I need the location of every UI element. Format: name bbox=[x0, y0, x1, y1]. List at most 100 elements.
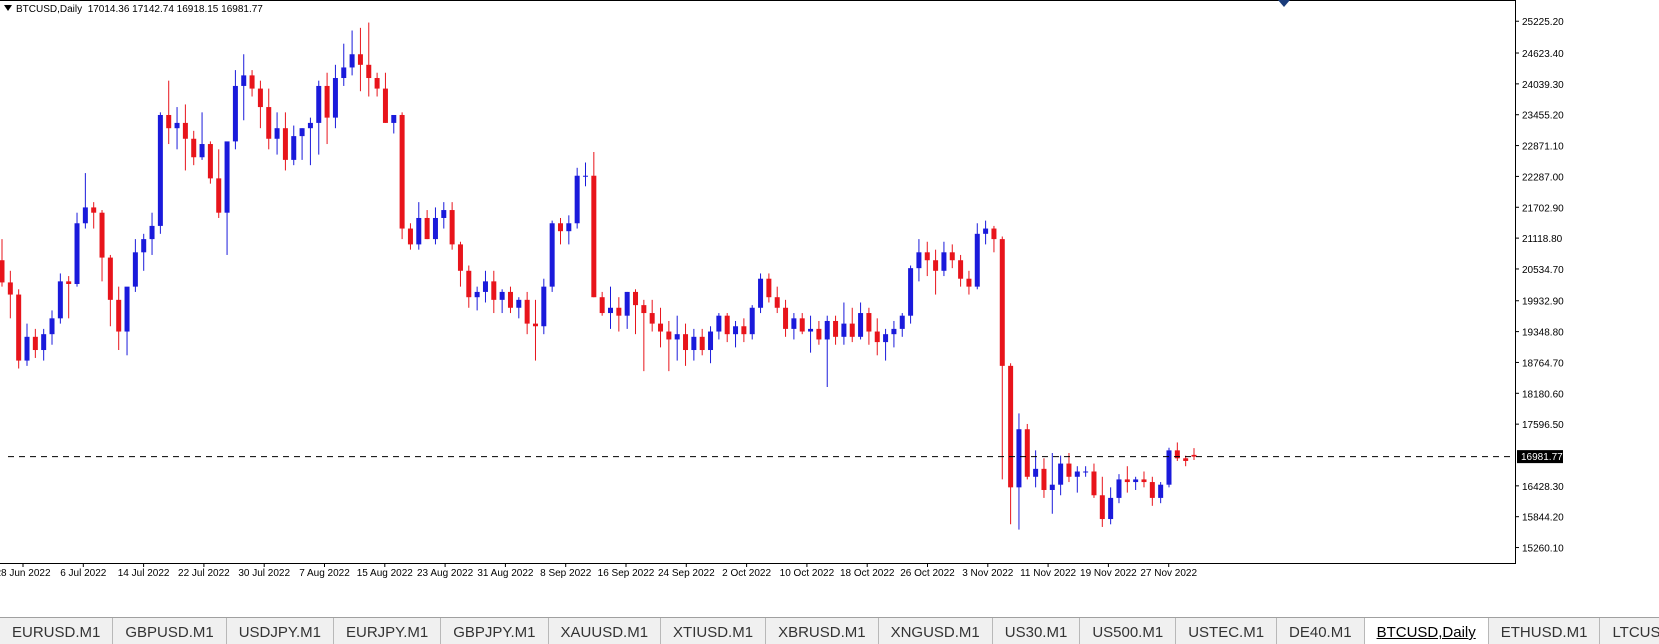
chart-area[interactable]: 25225.20 24623.40 24039.30 23455.20 22871.10… bbox=[0, 0, 1659, 617]
candle-body bbox=[541, 286, 547, 327]
candle-body bbox=[683, 334, 689, 351]
candle-body bbox=[357, 54, 363, 65]
candle-body bbox=[899, 315, 905, 329]
tab-eurjpy-m1[interactable]: EURJPY.M1 bbox=[334, 618, 442, 644]
candle-body bbox=[633, 291, 639, 306]
candle-body bbox=[291, 136, 297, 160]
tab-gbpusd-m1[interactable]: GBPUSD.M1 bbox=[113, 618, 227, 644]
candle-body bbox=[674, 334, 680, 340]
candle-body bbox=[933, 260, 939, 271]
candle-body bbox=[741, 326, 747, 335]
candle-body bbox=[49, 318, 55, 335]
candle-body bbox=[916, 252, 922, 269]
candle-body bbox=[591, 175, 597, 298]
candle-body bbox=[1183, 458, 1189, 461]
chart-menu-triangle-icon[interactable] bbox=[4, 5, 12, 11]
candle-body bbox=[441, 210, 447, 218]
candle-body bbox=[708, 331, 714, 351]
candle-body bbox=[1133, 479, 1139, 483]
candle-body bbox=[658, 323, 664, 332]
time-label: 16 Sep 2022 bbox=[598, 568, 655, 579]
candle-body bbox=[207, 144, 213, 179]
candle-body bbox=[1099, 495, 1105, 520]
tab-xngusd-m1[interactable]: XNGUSD.M1 bbox=[879, 618, 993, 644]
price-axis-border bbox=[1515, 0, 1516, 563]
price-axis: 25225.20 24623.40 24039.30 23455.20 22871.10… bbox=[1515, 17, 1564, 555]
candle-body bbox=[466, 270, 472, 298]
price-label: 22287.00 bbox=[1522, 172, 1564, 183]
chart-header: BTCUSD,Daily 17014.36 17142.74 16918.15 … bbox=[4, 4, 263, 15]
candle-body bbox=[1124, 479, 1130, 483]
price-label: 19932.90 bbox=[1522, 297, 1564, 308]
time-label: 27 Nov 2022 bbox=[1140, 568, 1197, 579]
candle-body bbox=[457, 244, 463, 271]
tab-xtiusd-m1[interactable]: XTIUSD.M1 bbox=[661, 618, 767, 644]
candle-body bbox=[332, 78, 338, 118]
time-label: 23 Aug 2022 bbox=[417, 568, 474, 579]
tab-us500-m1[interactable]: US500.M1 bbox=[1080, 618, 1177, 644]
candle-body bbox=[557, 223, 563, 232]
candle-body bbox=[124, 286, 130, 332]
tab-ustec-m1[interactable]: USTEC.M1 bbox=[1176, 618, 1278, 644]
tab-usdjpy-m1[interactable]: USDJPY.M1 bbox=[227, 618, 334, 644]
time-label: 11 Nov 2022 bbox=[1020, 568, 1076, 579]
candle-body bbox=[182, 122, 188, 139]
candles-group bbox=[0, 22, 1197, 530]
tab-ltcusd-m1[interactable]: LTCUSD.M1 bbox=[1600, 618, 1659, 644]
time-label: 6 Jul 2022 bbox=[60, 568, 107, 579]
candle-body bbox=[66, 281, 72, 284]
candle-body bbox=[249, 75, 255, 89]
candle-body bbox=[991, 228, 997, 240]
candle-body bbox=[666, 331, 672, 340]
tab-eurusd-m1[interactable]: EURUSD.M1 bbox=[0, 618, 114, 644]
candle-body bbox=[524, 299, 530, 324]
candle-body bbox=[141, 239, 147, 253]
candle-body bbox=[407, 228, 413, 245]
candle-body bbox=[232, 85, 238, 142]
candle-body bbox=[382, 88, 388, 123]
candle-body bbox=[716, 315, 722, 332]
candle-body bbox=[274, 128, 280, 139]
candlestick-chart[interactable]: 25225.20 24623.40 24039.30 23455.20 22871.10… bbox=[0, 0, 1659, 617]
candle-body bbox=[641, 305, 647, 314]
chart-shift-marker-icon[interactable] bbox=[1278, 0, 1290, 7]
candle-body bbox=[316, 85, 322, 123]
tab-us30-m1[interactable]: US30.M1 bbox=[993, 618, 1081, 644]
tab-xauusd-m1[interactable]: XAUUSD.M1 bbox=[549, 618, 662, 644]
candle-body bbox=[791, 318, 797, 329]
candle-body bbox=[649, 313, 655, 324]
candle-body bbox=[999, 239, 1005, 366]
candle-body bbox=[24, 336, 30, 361]
tab-ethusd-m1[interactable]: ETHUSD.M1 bbox=[1489, 618, 1601, 644]
candle-body bbox=[1041, 468, 1047, 490]
candle-body bbox=[1149, 482, 1155, 498]
price-label: 18180.60 bbox=[1522, 389, 1564, 400]
price-label: 21702.90 bbox=[1522, 203, 1564, 214]
candle-body bbox=[257, 88, 263, 108]
time-label: 22 Jul 2022 bbox=[178, 568, 230, 579]
candle-body bbox=[16, 294, 22, 361]
tab-de40-m1[interactable]: DE40.M1 bbox=[1277, 618, 1365, 644]
candle-body bbox=[749, 307, 755, 335]
candle-body bbox=[866, 313, 872, 332]
candle-body bbox=[808, 328, 814, 332]
candle-body bbox=[374, 78, 380, 89]
candle-body bbox=[432, 217, 438, 240]
candle-body bbox=[1116, 479, 1122, 498]
price-label: 18764.70 bbox=[1522, 358, 1564, 369]
candle-body bbox=[1049, 484, 1055, 490]
candle-body bbox=[582, 175, 588, 177]
candle-body bbox=[32, 336, 38, 351]
candle-body bbox=[849, 323, 855, 337]
candle-body bbox=[1008, 365, 1014, 488]
candle-body bbox=[1091, 471, 1097, 496]
candle-body bbox=[166, 114, 172, 129]
candle-body bbox=[241, 75, 247, 86]
candle-body bbox=[0, 260, 5, 283]
candle-body bbox=[82, 207, 88, 224]
tab-xbrusd-m1[interactable]: XBRUSD.M1 bbox=[766, 618, 879, 644]
candle-body bbox=[282, 128, 288, 160]
tab-gbpjpy-m1[interactable]: GBPJPY.M1 bbox=[441, 618, 549, 644]
time-label: 2 Oct 2022 bbox=[722, 568, 771, 579]
tab-btcusd-daily[interactable]: BTCUSD,Daily bbox=[1364, 618, 1489, 644]
